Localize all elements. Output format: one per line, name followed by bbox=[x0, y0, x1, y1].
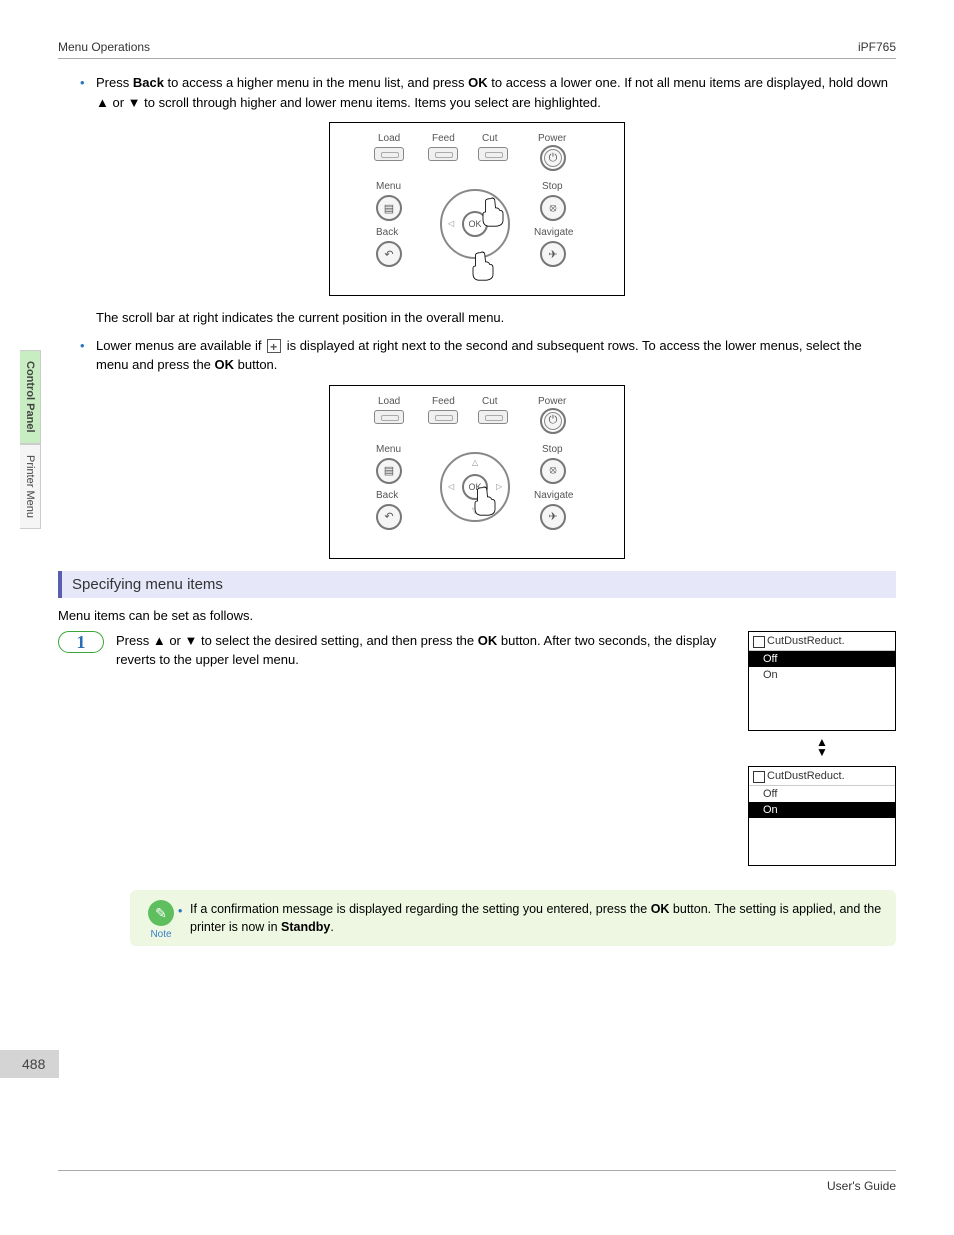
p1-pre: Press bbox=[96, 75, 133, 90]
load-button[interactable] bbox=[374, 147, 404, 161]
label-back: Back bbox=[376, 227, 398, 238]
scroll-text: The scroll bar at right indicates the cu… bbox=[58, 308, 896, 328]
label-power: Power bbox=[538, 133, 566, 144]
p2-post: button. bbox=[234, 357, 277, 372]
note-b1: OK bbox=[651, 902, 670, 916]
menu-button-2[interactable]: ▤ bbox=[376, 458, 402, 484]
side-tab-control-panel[interactable]: Control Panel bbox=[20, 350, 41, 444]
bullet-dot-icon: • bbox=[80, 73, 85, 93]
label-power-2: Power bbox=[538, 396, 566, 407]
hand-icon-2 bbox=[470, 251, 496, 281]
note-pre: If a confirmation message is displayed r… bbox=[190, 902, 651, 916]
label-load: Load bbox=[378, 133, 400, 144]
control-panel-figure-2: Load Feed Cut Power ⏻ Menu ▤ Back ↶ Stop… bbox=[329, 385, 625, 559]
updown-arrows-icon: ▲▼ bbox=[748, 737, 896, 759]
footer: User's Guide bbox=[58, 1170, 896, 1193]
header-divider bbox=[58, 58, 896, 59]
side-tab-printer-menu[interactable]: Printer Menu bbox=[20, 444, 41, 529]
p2-pre: Lower menus are available if bbox=[96, 338, 265, 353]
label-back-2: Back bbox=[376, 490, 398, 501]
label-navigate-2: Navigate bbox=[534, 490, 573, 501]
label-menu-2: Menu bbox=[376, 444, 401, 455]
p1-b1: Back bbox=[133, 75, 164, 90]
p2-b1: OK bbox=[215, 357, 235, 372]
lcd1-title: CutDustReduct. bbox=[749, 632, 895, 651]
note-post: . bbox=[330, 920, 333, 934]
load-button-2[interactable] bbox=[374, 410, 404, 424]
p1-m1: to access a higher menu in the menu list… bbox=[164, 75, 468, 90]
back-button-2[interactable]: ↶ bbox=[376, 504, 402, 530]
hand-icon bbox=[480, 197, 506, 227]
s1-pre: Press ▲ or ▼ to select the desired setti… bbox=[116, 633, 478, 648]
power-button[interactable]: ⏻ bbox=[540, 145, 566, 171]
p1-b2: OK bbox=[468, 75, 488, 90]
label-navigate: Navigate bbox=[534, 227, 573, 238]
note-icon: ✎ bbox=[148, 900, 174, 926]
label-stop-2: Stop bbox=[542, 444, 563, 455]
lcd1-on: On bbox=[749, 667, 895, 683]
label-feed-2: Feed bbox=[432, 396, 455, 407]
hand-icon-3 bbox=[472, 486, 498, 516]
navigate-button-2[interactable]: ✈ bbox=[540, 504, 566, 530]
bullet-dot-icon-2: • bbox=[80, 336, 85, 356]
control-panel-figure-1: Load Feed Cut Power ⏻ Menu ▤ Back ↶ Stop… bbox=[329, 122, 625, 296]
label-cut-2: Cut bbox=[482, 396, 498, 407]
bullet-2: • Lower menus are available if is displa… bbox=[58, 336, 896, 375]
note-bullet-icon: • bbox=[178, 902, 182, 920]
section-heading: Specifying menu items bbox=[58, 571, 896, 598]
lcd1-off-selected: Off bbox=[749, 651, 895, 667]
menu-button[interactable]: ▤ bbox=[376, 195, 402, 221]
feed-button-2[interactable] bbox=[428, 410, 458, 424]
step-1-row: 1 Press ▲ or ▼ to select the desired set… bbox=[58, 631, 896, 873]
submenu-icon bbox=[267, 339, 281, 353]
note-box: ✎ Note • If a confirmation message is di… bbox=[130, 890, 896, 946]
label-feed: Feed bbox=[432, 133, 455, 144]
stop-button-2[interactable]: ⦻ bbox=[540, 458, 566, 484]
note-label: Note bbox=[142, 928, 180, 943]
stop-button[interactable]: ⦻ bbox=[540, 195, 566, 221]
label-load-2: Load bbox=[378, 396, 400, 407]
label-stop: Stop bbox=[542, 181, 563, 192]
lcd-screen-1: CutDustReduct. Off On bbox=[748, 631, 896, 731]
header-left: Menu Operations bbox=[58, 40, 150, 54]
power-button-2[interactable]: ⏻ bbox=[540, 408, 566, 434]
label-menu: Menu bbox=[376, 181, 401, 192]
bullet-1: • Press Back to access a higher menu in … bbox=[58, 73, 896, 112]
cut-button-2[interactable] bbox=[478, 410, 508, 424]
step-body: Press ▲ or ▼ to select the desired setti… bbox=[116, 631, 748, 670]
cut-button[interactable] bbox=[478, 147, 508, 161]
section-intro: Menu items can be set as follows. bbox=[58, 608, 896, 623]
side-tabs: Control Panel Printer Menu bbox=[20, 350, 41, 529]
s1-b1: OK bbox=[478, 633, 498, 648]
navigate-button[interactable]: ✈ bbox=[540, 241, 566, 267]
lcd2-on-selected: On bbox=[749, 802, 895, 818]
feed-button[interactable] bbox=[428, 147, 458, 161]
lcd2-title: CutDustReduct. bbox=[749, 767, 895, 786]
header-right: iPF765 bbox=[858, 40, 896, 54]
note-b2: Standby bbox=[281, 920, 330, 934]
step-number: 1 bbox=[58, 631, 104, 653]
label-cut: Cut bbox=[482, 133, 498, 144]
lcd-screen-2: CutDustReduct. Off On bbox=[748, 766, 896, 866]
back-button[interactable]: ↶ bbox=[376, 241, 402, 267]
page-number: 488 bbox=[0, 1050, 59, 1078]
lcd2-off: Off bbox=[749, 786, 895, 802]
